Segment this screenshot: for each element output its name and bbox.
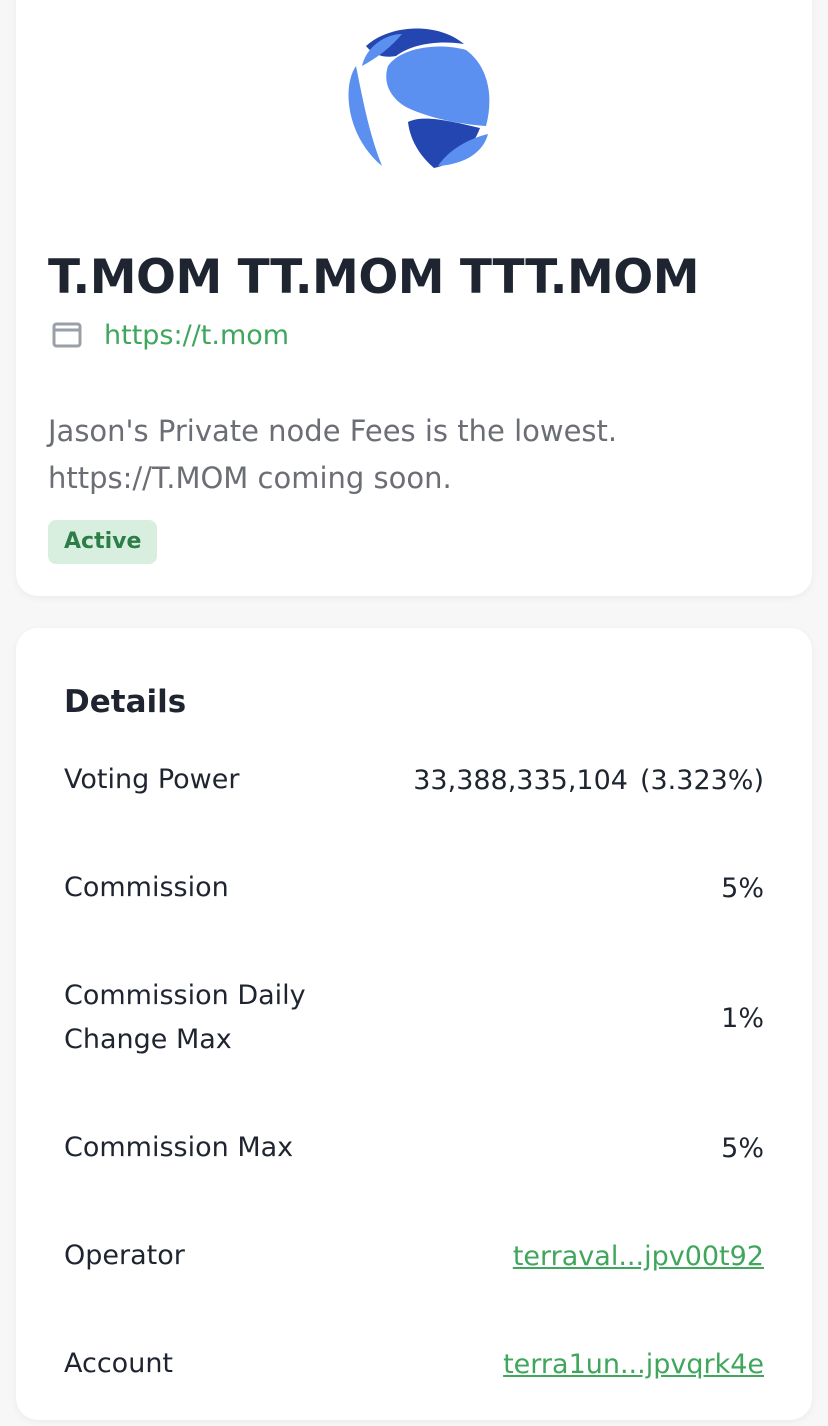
- validator-description: Jason's Private node Fees is the lowest.…: [48, 414, 618, 495]
- voting-power-percent: (3.323%): [639, 764, 764, 796]
- commission-label: Commission: [64, 872, 229, 903]
- details-title: Details: [64, 684, 187, 720]
- operator-address-link[interactable]: terraval...jpv00t92: [513, 1241, 764, 1272]
- terra-luna-logo-icon: [344, 27, 490, 168]
- website-row: https://t.mom: [52, 318, 289, 352]
- commission-daily-change-max-label: Commission Daily Change Max: [64, 974, 306, 1062]
- commission-daily-change-max-label-line2: Change Max: [64, 1024, 232, 1055]
- website-link[interactable]: https://t.mom: [104, 320, 289, 351]
- commission-value: 5%: [721, 872, 764, 904]
- account-label: Account: [64, 1348, 174, 1379]
- validator-profile-card: T.MOM TT.MOM TTT.MOM https://t.mom Jason…: [16, 0, 812, 596]
- commission-daily-change-max-row: Commission Daily Change Max 1%: [64, 974, 764, 1062]
- commission-daily-change-max-label-line1: Commission Daily: [64, 980, 306, 1011]
- voting-power-amount: 33,388,335,104: [413, 764, 628, 796]
- commission-max-row: Commission Max 5%: [64, 1126, 764, 1170]
- browser-window-icon: [52, 322, 82, 348]
- voting-power-value: 33,388,335,104 (3.323%): [413, 765, 764, 796]
- account-row: Account terra1un...jpvqrk4e: [64, 1342, 764, 1386]
- operator-label: Operator: [64, 1240, 185, 1271]
- commission-daily-change-max-value: 1%: [721, 1002, 764, 1034]
- details-card: Details Voting Power 33,388,335,104 (3.32…: [16, 628, 812, 1420]
- voting-power-label: Voting Power: [64, 764, 240, 795]
- commission-row: Commission 5%: [64, 866, 764, 910]
- voting-power-row: Voting Power 33,388,335,104 (3.323%): [64, 758, 764, 802]
- account-address-link[interactable]: terra1un...jpvqrk4e: [503, 1349, 764, 1380]
- commission-max-value: 5%: [721, 1132, 764, 1164]
- validator-name: T.MOM TT.MOM TTT.MOM: [48, 250, 699, 305]
- operator-row: Operator terraval...jpv00t92: [64, 1234, 764, 1278]
- commission-max-label: Commission Max: [64, 1132, 294, 1163]
- status-badge: Active: [48, 520, 158, 564]
